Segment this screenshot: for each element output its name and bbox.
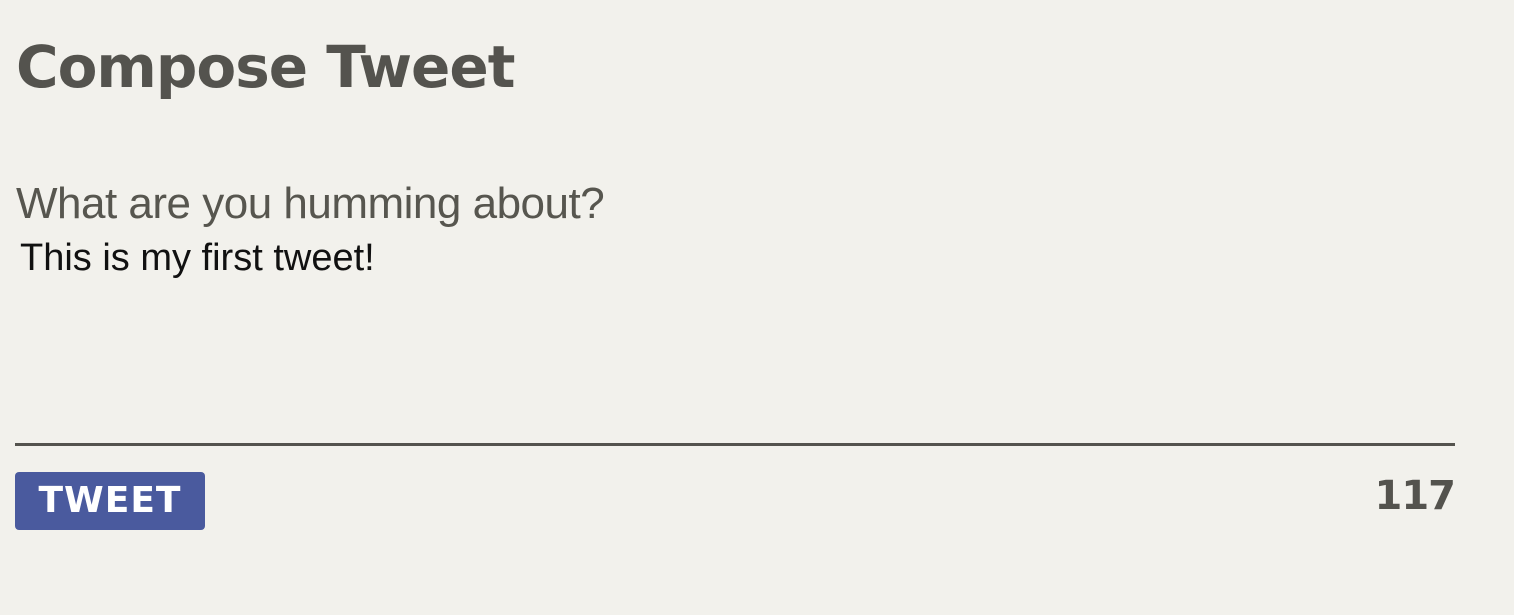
tweet-prompt-label: What are you humming about?: [16, 179, 605, 228]
tweet-button[interactable]: TWEET: [15, 472, 205, 530]
page-title: Compose Tweet: [16, 33, 515, 101]
divider: [15, 443, 1455, 446]
tweet-textarea[interactable]: This is my first tweet!: [16, 234, 1450, 434]
character-count: 117: [1374, 473, 1456, 519]
